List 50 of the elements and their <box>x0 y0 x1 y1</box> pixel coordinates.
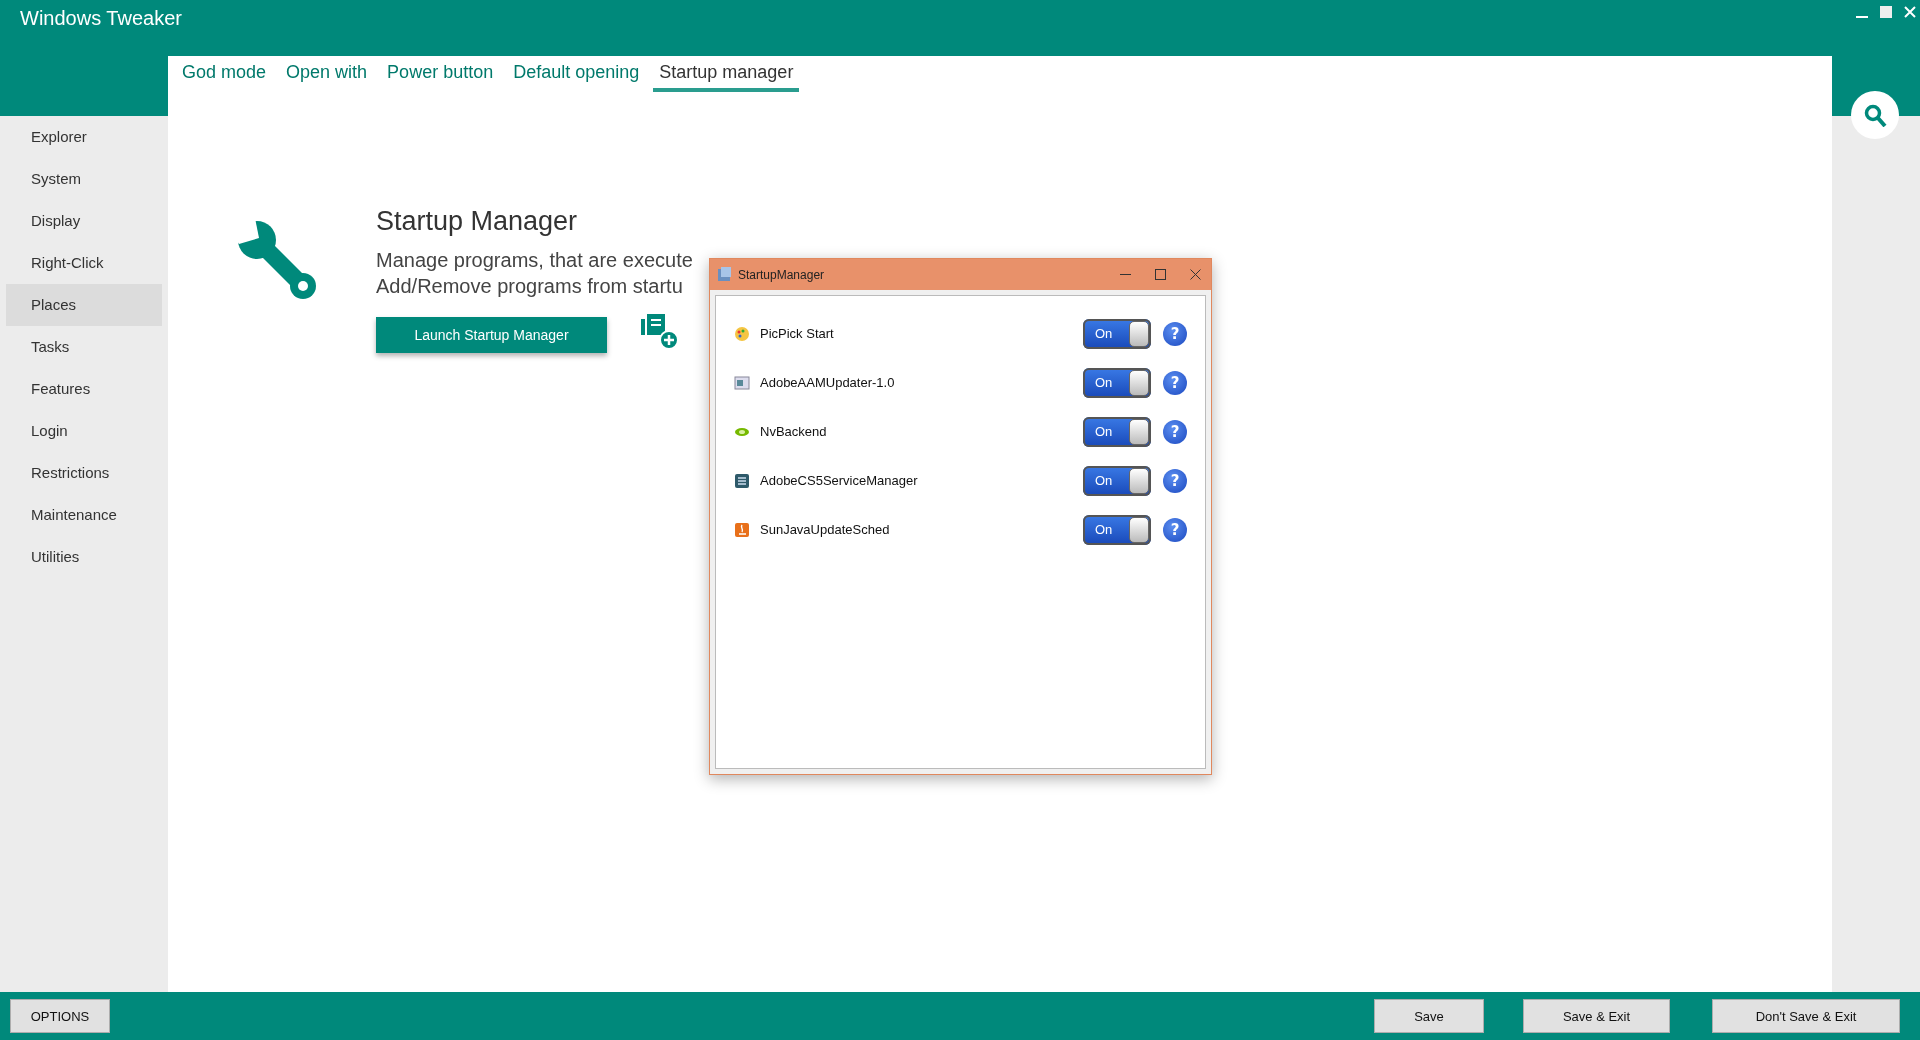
sidebar-item[interactable]: System <box>6 158 162 200</box>
window-icon <box>734 374 750 391</box>
toggle-switch[interactable]: On <box>1083 367 1151 398</box>
toggle-switch[interactable]: On <box>1083 514 1151 545</box>
tab[interactable]: God mode <box>176 61 273 92</box>
help-button[interactable]: ? <box>1163 468 1187 493</box>
program-name: AdobeCS5ServiceManager <box>760 473 919 488</box>
tab[interactable]: Startup manager <box>653 61 800 92</box>
toggle-switch[interactable]: On <box>1083 465 1151 496</box>
footer-button[interactable]: Don't Save & Exit <box>1712 999 1900 1033</box>
tab[interactable]: Open with <box>280 61 374 92</box>
footer-button[interactable]: Save & Exit <box>1523 999 1670 1033</box>
tab[interactable]: Default opening <box>507 61 646 92</box>
sidebar-item[interactable]: Maintenance <box>6 494 162 536</box>
toggle-switch[interactable]: On <box>1083 318 1151 349</box>
add-list-icon[interactable] <box>641 314 679 350</box>
options-button[interactable]: OPTIONS <box>10 999 110 1033</box>
sidebar-item[interactable]: Tasks <box>6 326 162 368</box>
list-icon <box>734 472 750 489</box>
search-button[interactable] <box>1851 91 1899 139</box>
description: Manage programs, that are execute Add/Remove programs from startu <box>376 248 693 299</box>
page-heading: Startup Manager <box>376 206 579 237</box>
sidebar-item[interactable]: Right-Click <box>6 242 162 284</box>
help-button[interactable]: ? <box>1163 419 1187 444</box>
launch-button[interactable]: Launch Startup Manager <box>376 317 607 353</box>
close-icon[interactable] <box>1190 269 1201 280</box>
tab[interactable]: Power button <box>381 61 500 92</box>
sidebar-item[interactable]: Places <box>6 284 162 326</box>
sidebar-item[interactable]: Explorer <box>6 116 162 158</box>
sidebar-item[interactable]: Utilities <box>6 536 162 578</box>
cup-icon <box>734 521 750 538</box>
program-name: NvBackend <box>760 424 828 439</box>
footer-button[interactable]: Save <box>1374 999 1484 1033</box>
help-button[interactable]: ? <box>1163 321 1187 346</box>
dialog-title: StartupManager <box>738 267 826 282</box>
search-icon <box>1863 103 1887 127</box>
palette-icon <box>734 325 750 342</box>
toggle-switch[interactable]: On <box>1083 416 1151 447</box>
window-title: Windows Tweaker <box>19 6 182 30</box>
program-name: SunJavaUpdateSched <box>760 522 891 537</box>
program-name: AdobeAAMUpdater-1.0 <box>760 375 896 390</box>
program-name: PicPick Start <box>760 326 835 341</box>
sidebar-item[interactable]: Features <box>6 368 162 410</box>
sidebar-item[interactable]: Restrictions <box>6 452 162 494</box>
sidebar-item[interactable]: Login <box>6 410 162 452</box>
sidebar-item[interactable]: Display <box>6 200 162 242</box>
help-button[interactable]: ? <box>1163 517 1187 542</box>
help-button[interactable]: ? <box>1163 370 1187 395</box>
maximize-icon[interactable] <box>1155 269 1166 280</box>
app-icon <box>717 267 732 282</box>
